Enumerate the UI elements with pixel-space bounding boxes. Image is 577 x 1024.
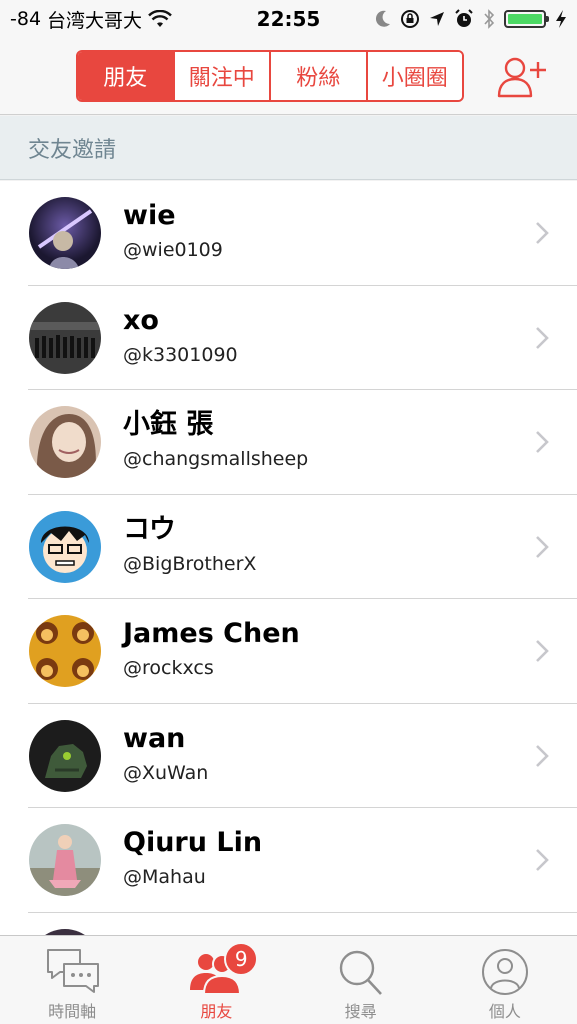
friend-handle: @Mahau xyxy=(123,866,206,888)
battery-indicator xyxy=(504,10,549,28)
segmented-control: 朋友 關注中 粉絲 小圈圈 xyxy=(76,50,464,102)
segment-friends[interactable]: 朋友 xyxy=(78,52,173,100)
friend-handle: @BigBrotherX xyxy=(123,552,257,575)
tab-friends[interactable]: 9 朋友 xyxy=(144,936,288,1024)
carrier-name: 台湾大哥大 xyxy=(47,9,143,32)
friend-handle: @k3301090 xyxy=(123,343,238,366)
segment-circles[interactable]: 小圈圈 xyxy=(365,52,462,100)
friend-name: 小鈺 張 xyxy=(123,409,214,440)
chevron-right-icon xyxy=(536,640,549,662)
search-icon xyxy=(339,950,382,995)
status-left: -84 台湾大哥大 xyxy=(10,6,210,33)
signal-strength: -84 xyxy=(10,8,42,30)
avatar xyxy=(29,824,101,897)
tab-search[interactable]: 搜尋 xyxy=(289,936,433,1024)
friend-name: wan xyxy=(123,722,186,754)
friend-row[interactable]: wan @XuWan xyxy=(0,704,577,809)
friend-text: xo @k3301090 xyxy=(123,302,238,370)
friend-name: コウ xyxy=(123,513,176,545)
friend-name: James Chen xyxy=(123,618,300,649)
location-arrow-icon xyxy=(430,12,444,26)
friend-text: wan @XuWan xyxy=(123,720,208,788)
friend-row[interactable]: xo @k3301090 xyxy=(0,286,577,391)
profile-icon xyxy=(481,949,528,995)
friend-text: コウ @BigBrotherX xyxy=(123,511,256,579)
segment-followers[interactable]: 粉絲 xyxy=(269,52,366,100)
friend-requests-header[interactable]: 交友邀請 xyxy=(0,116,577,180)
avatar xyxy=(29,510,101,583)
avatar xyxy=(29,197,101,270)
chevron-right-icon xyxy=(536,535,549,558)
friend-text: 小鈺 張 @changsmallsheep xyxy=(123,406,308,474)
rotation-lock-icon xyxy=(401,10,419,28)
friend-row-partial[interactable] xyxy=(0,913,577,935)
status-right xyxy=(375,9,567,29)
chevron-right-icon xyxy=(536,431,549,453)
tab-label: 搜尋 xyxy=(344,1002,377,1021)
battery-fill xyxy=(508,14,542,24)
friend-handle: @changsmallsheep xyxy=(123,448,309,470)
chevron-right-icon xyxy=(536,326,549,349)
status-bar: -84 台湾大哥大 22:55 xyxy=(0,0,577,38)
friend-text: wie @wie0109 xyxy=(123,197,223,265)
avatar xyxy=(29,301,101,374)
tab-label: 時間軸 xyxy=(48,1002,97,1021)
avatar xyxy=(29,615,101,688)
friend-text: James Chen @rockxcs xyxy=(123,615,300,683)
tab-bar: 時間軸 9 朋友 搜尋 個人 xyxy=(0,935,577,1024)
friend-name: wie xyxy=(123,200,176,231)
wifi-icon xyxy=(148,10,172,27)
chevron-right-icon xyxy=(536,744,549,767)
friend-handle: @XuWan xyxy=(123,761,209,784)
friend-row[interactable]: Qiuru Lin @Mahau xyxy=(0,808,577,913)
friend-row[interactable]: 小鈺 張 @changsmallsheep xyxy=(0,390,577,495)
friend-row[interactable]: コウ @BigBrotherX xyxy=(0,495,577,600)
avatar xyxy=(29,719,101,792)
tab-timeline[interactable]: 時間軸 xyxy=(0,936,144,1024)
chevron-right-icon xyxy=(536,222,549,244)
notification-badge: 9 xyxy=(224,942,259,976)
charging-bolt-icon xyxy=(556,10,566,28)
alarm-icon xyxy=(455,9,473,27)
navigation-bar: 朋友 關注中 粉絲 小圈圈 xyxy=(0,38,577,115)
bluetooth-icon xyxy=(484,9,495,29)
friend-handle: @rockxcs xyxy=(123,657,214,679)
friend-row[interactable]: James Chen @rockxcs xyxy=(0,599,577,704)
tab-label: 個人 xyxy=(488,1002,521,1021)
friend-handle: @wie0109 xyxy=(123,239,223,261)
chat-bubbles-icon xyxy=(47,949,100,993)
friend-list: wie @wie0109 xo @k3301090 小鈺 張 @changsma… xyxy=(0,181,577,935)
friend-row[interactable]: wie @wie0109 xyxy=(0,181,577,286)
segment-following[interactable]: 關注中 xyxy=(172,52,269,100)
chevron-right-icon xyxy=(536,849,549,871)
moon-icon xyxy=(375,10,390,27)
tab-profile[interactable]: 個人 xyxy=(433,936,577,1024)
avatar xyxy=(29,406,101,479)
friend-name: Qiuru Lin xyxy=(123,827,263,858)
add-user-icon[interactable] xyxy=(496,56,548,98)
tab-label: 朋友 xyxy=(200,1002,233,1021)
friend-text: Qiuru Lin @Mahau xyxy=(123,824,262,892)
friend-name: xo xyxy=(123,304,159,336)
